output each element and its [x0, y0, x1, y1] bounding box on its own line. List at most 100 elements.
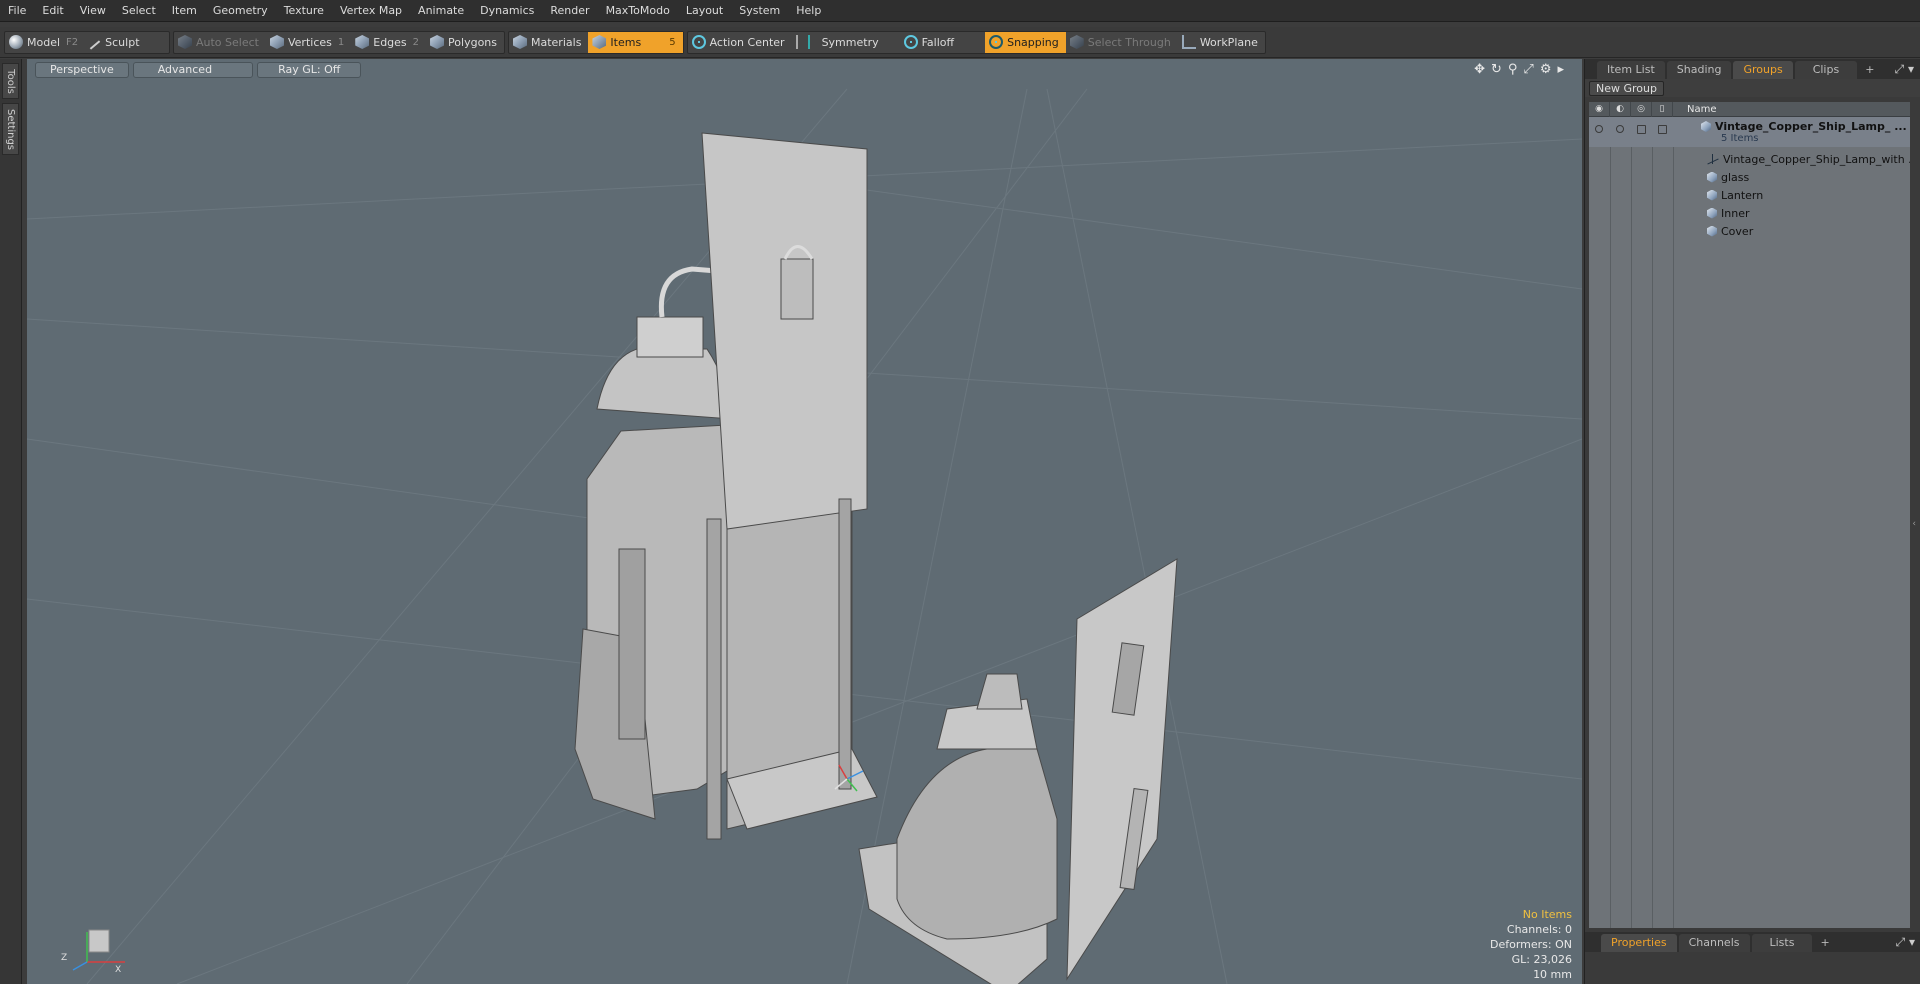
- shading-mode-button[interactable]: Advanced: [132, 62, 254, 78]
- gl-status: GL: 23,026: [1511, 953, 1572, 966]
- symmetry-button[interactable]: Symmetry: [792, 32, 886, 53]
- tree-row-item[interactable]: Lantern: [1589, 186, 1910, 204]
- root-select-checkbox[interactable]: [1658, 125, 1667, 134]
- workplane-label: WorkPlane: [1199, 35, 1258, 49]
- selection-mode-group: Auto Select Vertices 1 Edges 2 Polygons: [173, 30, 505, 54]
- vertices-shortcut: 1: [337, 36, 345, 48]
- menu-layout[interactable]: Layout: [678, 0, 731, 22]
- model-button[interactable]: Model F2: [5, 32, 85, 53]
- 3d-viewport[interactable]: Perspective Advanced Ray GL: Off ✥ ↻ ⚲ ⤢…: [27, 59, 1582, 984]
- tab-lists[interactable]: Lists: [1751, 934, 1813, 952]
- root-lock-checkbox[interactable]: [1637, 125, 1646, 134]
- menu-maxtomodo[interactable]: MaxToModo: [598, 0, 678, 22]
- tab-tools-label: Tools: [5, 68, 17, 94]
- menu-edit[interactable]: Edit: [34, 0, 71, 22]
- polygons-icon: [430, 35, 445, 49]
- menu-system[interactable]: System: [731, 0, 788, 22]
- visibility-column-icon[interactable]: ◉: [1589, 102, 1610, 117]
- groups-toolbar: New Group: [1585, 79, 1920, 97]
- viewport-scene: [27, 88, 1582, 984]
- vertices-label: Vertices: [287, 35, 332, 49]
- add-tab-icon[interactable]: +: [1859, 61, 1880, 79]
- tree-item-name: Lantern: [1707, 189, 1763, 202]
- menu-animate[interactable]: Animate: [410, 0, 472, 22]
- snapping-button[interactable]: Snapping: [985, 31, 1066, 53]
- tree-row-item[interactable]: Cover: [1589, 222, 1910, 240]
- locator-icon: [1707, 154, 1719, 164]
- menu-render[interactable]: Render: [542, 0, 597, 22]
- bottom-panel-expand-icon[interactable]: ⤢ ▾: [1896, 935, 1915, 950]
- arrow-right-icon[interactable]: ▸: [1557, 62, 1564, 77]
- menu-view[interactable]: View: [72, 0, 114, 22]
- select-column-icon[interactable]: ▯: [1652, 102, 1673, 117]
- select-through-button[interactable]: Select Through: [1066, 32, 1178, 53]
- sculpt-button[interactable]: Sculpt: [85, 32, 146, 53]
- tree-item-name: glass: [1707, 171, 1749, 184]
- tab-item-list[interactable]: Item List: [1597, 61, 1665, 79]
- tab-channels[interactable]: Channels: [1678, 934, 1750, 952]
- vertices-icon: [269, 35, 284, 49]
- render-column-icon[interactable]: ◐: [1610, 102, 1631, 117]
- menu-help[interactable]: Help: [788, 0, 829, 22]
- tab-groups[interactable]: Groups: [1733, 61, 1793, 79]
- edges-button[interactable]: Edges 2: [351, 32, 426, 53]
- menu-geometry[interactable]: Geometry: [205, 0, 276, 22]
- tree-row-root-group[interactable]: Vintage_Copper_Ship_Lamp_ ... 5 Items: [1589, 117, 1910, 147]
- select-through-label: Select Through: [1087, 35, 1171, 49]
- panel-expand-icon[interactable]: ⤢ ▾: [1895, 62, 1914, 77]
- menu-dynamics[interactable]: Dynamics: [472, 0, 542, 22]
- right-panel: Item List Shading Groups Clips + ⤢ ▾ New…: [1584, 59, 1920, 984]
- menu-file[interactable]: File: [0, 0, 34, 22]
- vertices-button[interactable]: Vertices 1: [266, 32, 351, 53]
- new-group-button[interactable]: New Group: [1589, 81, 1664, 96]
- polygons-label: Polygons: [448, 35, 497, 49]
- falloff-icon: [903, 35, 918, 49]
- menu-item[interactable]: Item: [164, 0, 205, 22]
- auto-select-button[interactable]: Auto Select: [174, 32, 266, 53]
- panel-scrollbar[interactable]: ‹: [1912, 519, 1916, 529]
- model-sphere-icon: [9, 35, 23, 49]
- zoom-icon[interactable]: ⚲: [1508, 62, 1518, 77]
- selection-status: No Items: [1522, 908, 1572, 921]
- tab-settings[interactable]: Settings: [2, 103, 19, 155]
- items-button[interactable]: Items 5: [588, 31, 683, 53]
- menu-texture[interactable]: Texture: [276, 0, 332, 22]
- tab-settings-label: Settings: [5, 108, 17, 150]
- tree-item-name: Cover: [1707, 225, 1753, 238]
- tab-tools[interactable]: Tools: [2, 63, 19, 99]
- polygons-button[interactable]: Polygons: [426, 32, 504, 53]
- mesh-icon: [1707, 225, 1717, 237]
- modo-app: File Edit View Select Item Geometry Text…: [0, 0, 1920, 984]
- mesh-icon: [1707, 171, 1717, 183]
- falloff-button[interactable]: Falloff: [900, 32, 985, 53]
- tab-shading[interactable]: Shading: [1666, 61, 1732, 79]
- workplane-button[interactable]: WorkPlane: [1178, 32, 1265, 53]
- maximize-icon[interactable]: ⤢: [1523, 62, 1533, 77]
- tab-clips[interactable]: Clips: [1794, 61, 1858, 79]
- root-visibility-icon[interactable]: [1595, 125, 1603, 133]
- action-center-button[interactable]: Action Center: [688, 32, 792, 53]
- gear-icon[interactable]: ⚙: [1540, 62, 1552, 77]
- viewport-header: Perspective Advanced Ray GL: Off: [27, 59, 1582, 81]
- materials-button[interactable]: Materials: [509, 32, 588, 53]
- tab-properties[interactable]: Properties: [1601, 934, 1677, 952]
- tree-item-label: glass: [1721, 170, 1750, 184]
- pan-icon[interactable]: ✥: [1474, 62, 1485, 77]
- menu-select[interactable]: Select: [114, 0, 164, 22]
- symmetry-label: Symmetry: [821, 35, 879, 49]
- materials-label: Materials: [531, 35, 582, 49]
- tree-row-item[interactable]: glass: [1589, 168, 1910, 186]
- tree-item-name: Inner: [1707, 207, 1749, 220]
- groups-tab-row: Item List Shading Groups Clips + ⤢ ▾: [1585, 59, 1920, 79]
- menu-vertex-map[interactable]: Vertex Map: [332, 0, 410, 22]
- tree-row-item[interactable]: Vintage_Copper_Ship_Lamp_with ...: [1589, 150, 1910, 168]
- view-mode-button[interactable]: Perspective: [35, 62, 129, 78]
- tree-row-item[interactable]: Inner: [1589, 204, 1910, 222]
- lock-column-icon[interactable]: ◎: [1631, 102, 1652, 117]
- rotate-icon[interactable]: ↻: [1491, 62, 1502, 77]
- items-shortcut: 5: [669, 36, 676, 48]
- raygl-button[interactable]: Ray GL: Off: [257, 62, 362, 78]
- root-render-icon[interactable]: [1616, 125, 1624, 133]
- add-bottom-tab-icon[interactable]: +: [1814, 934, 1835, 952]
- symmetry-icon: [795, 35, 810, 49]
